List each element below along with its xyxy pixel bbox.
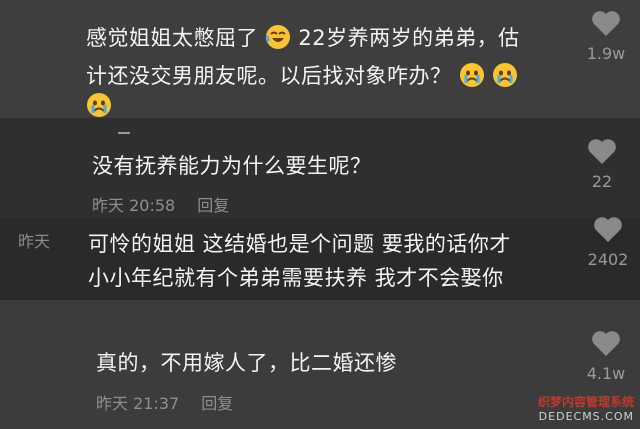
comment-1-text-a: 感觉姐姐太憋屈了: [86, 26, 258, 50]
comment-time-4: 昨天 21:37: [96, 394, 180, 413]
like-count-1: 1.9w: [586, 44, 626, 63]
heart-icon: [592, 331, 620, 356]
heart-icon: [594, 217, 622, 242]
comment-text-4: 真的，不用嫁人了，比二婚还惨: [96, 351, 397, 375]
comment-time-ghost: 昨天: [18, 232, 51, 251]
crying-emoji-icon: [459, 63, 484, 87]
like-count-2: 22: [591, 172, 613, 191]
like-button-2[interactable]: 22: [574, 136, 630, 191]
comment-text-3-line2: 小小年纪就有个弟弟需要扶养 我才不会娶你: [88, 266, 504, 290]
reply-button-2[interactable]: 回复: [197, 192, 229, 216]
heart-icon: [588, 139, 616, 164]
comment-time-2: 昨天 20:58: [92, 196, 176, 215]
watermark-line1: 织梦内容管理系统: [537, 395, 634, 409]
comment-meta-2: 昨天 20:58 回复: [92, 192, 229, 216]
comment-1-text-b: 22岁养两岁的弟弟，估: [298, 26, 520, 50]
like-button-4[interactable]: 4.1w: [578, 328, 634, 383]
comment-text-3-line1: 可怜的姐姐 这结婚也是个问题 要我的话你才: [88, 232, 511, 256]
heart-icon: [592, 11, 620, 36]
watermark: 织梦内容管理系统 DEDECMS.COM: [538, 393, 634, 423]
crying-emoji-icon: [492, 63, 517, 87]
like-count-4: 4.1w: [586, 364, 626, 383]
watermark-line2: DEDECMS.COM: [538, 410, 634, 423]
comment-meta-4: 昨天 21:37 回复: [96, 390, 233, 414]
divider-tick: [118, 132, 130, 134]
comment-text-1-line2: 计还没交男朋友呢。以后找对象咋办？: [86, 60, 518, 92]
like-button-3[interactable]: 2402: [580, 214, 636, 269]
crying-emoji-icon: [87, 93, 111, 117]
reply-button-4[interactable]: 回复: [201, 390, 233, 414]
like-button-1[interactable]: 1.9w: [578, 8, 634, 63]
laughing-crying-emoji-icon: [265, 25, 291, 49]
comment-text-2: 没有抚养能力为什么要生呢？: [92, 154, 372, 178]
like-count-3: 2402: [587, 250, 629, 269]
comment-1-text-c: 计还没交男朋友呢。以后找对象咋办？: [86, 64, 452, 88]
comment-1-trailing-emoji: [86, 92, 112, 118]
comment-text-1: 感觉姐姐太憋屈了 22岁养两岁的弟弟，估: [86, 22, 520, 54]
